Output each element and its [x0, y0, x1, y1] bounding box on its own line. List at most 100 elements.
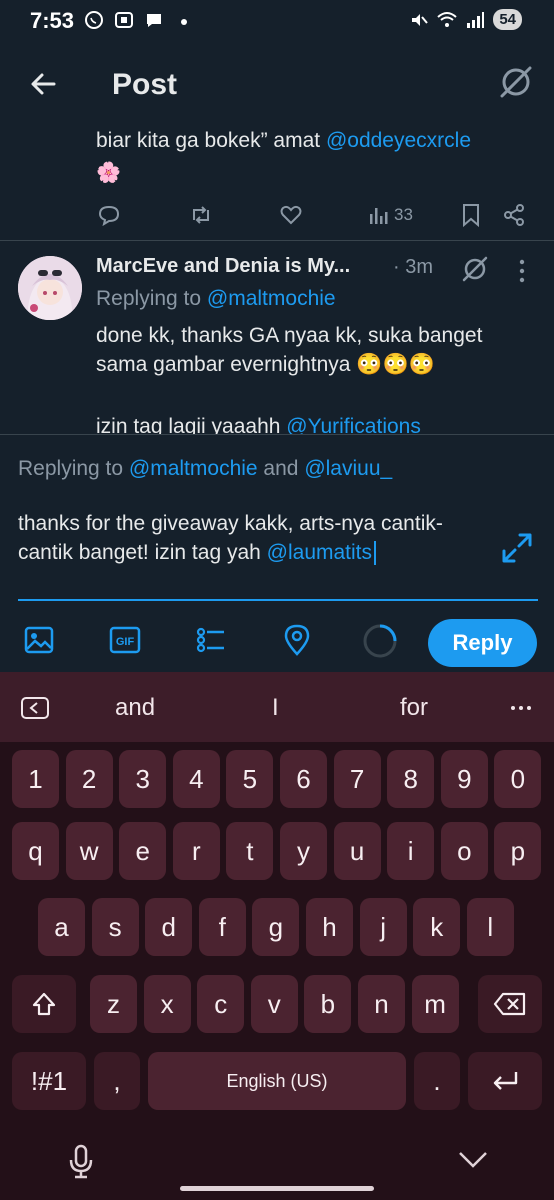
grok-icon[interactable]: [460, 254, 490, 284]
more-vertical-icon[interactable]: [512, 256, 532, 286]
text-caret: [374, 541, 377, 566]
home-indicator[interactable]: [180, 1186, 374, 1191]
mention-link[interactable]: @oddeyecxrcle: [326, 129, 471, 152]
key-4[interactable]: 4: [172, 750, 220, 808]
repost-action[interactable]: [188, 200, 214, 230]
avatar[interactable]: [18, 256, 82, 320]
key-3[interactable]: 3: [119, 750, 167, 808]
expand-icon[interactable]: [500, 531, 534, 565]
key-u[interactable]: u: [333, 822, 381, 880]
location-pin-icon[interactable]: [280, 623, 314, 657]
status-time: 7:53: [30, 8, 75, 33]
avatar-image: [18, 256, 82, 320]
post-time: · 3m: [393, 256, 433, 278]
comment-icon: [98, 205, 120, 227]
shift-key[interactable]: [12, 975, 76, 1033]
key-q[interactable]: q: [12, 822, 59, 880]
post-divider: [0, 240, 554, 241]
key-i[interactable]: i: [387, 822, 435, 880]
key-x[interactable]: x: [143, 975, 191, 1033]
reply-action[interactable]: [96, 200, 122, 230]
reply-text-input[interactable]: thanks for the giveaway kakk, arts-nya c…: [18, 509, 478, 567]
compose-mention-2[interactable]: @laviuu_: [304, 457, 392, 480]
key-g[interactable]: g: [252, 898, 300, 956]
symbols-key[interactable]: !#1: [12, 1052, 86, 1110]
keyboard-menu-icon[interactable]: [20, 696, 50, 720]
key-y[interactable]: y: [280, 822, 327, 880]
bookmark-action[interactable]: [460, 200, 482, 230]
image-icon[interactable]: [22, 623, 56, 657]
microphone-icon[interactable]: [66, 1144, 96, 1180]
key-h[interactable]: h: [306, 898, 353, 956]
previous-post-emoji: 🌸: [96, 162, 121, 184]
share-action[interactable]: [502, 200, 526, 230]
key-1[interactable]: 1: [12, 750, 59, 808]
replying-mention[interactable]: @maltmochie: [207, 287, 336, 310]
gif-icon[interactable]: GIF: [108, 623, 142, 657]
compose-replying-to[interactable]: Replying to @maltmochie and @laviuu_: [18, 457, 392, 481]
key-d[interactable]: d: [145, 898, 193, 956]
reply-button[interactable]: Reply: [428, 619, 537, 667]
poll-icon[interactable]: [194, 623, 228, 657]
key-7[interactable]: 7: [333, 750, 381, 808]
conversation-feed[interactable]: biar kita ga bokek” amat @oddeyecxrcle 🌸…: [0, 126, 554, 434]
author-name[interactable]: MarcEve and Denia is My...: [96, 255, 350, 278]
reply-text-line: izin tag lagii yaaahh @Yurifications: [96, 412, 546, 434]
key-m[interactable]: m: [411, 975, 459, 1033]
suggestion-1[interactable]: and: [115, 694, 155, 722]
key-9[interactable]: 9: [440, 750, 488, 808]
back-arrow-icon[interactable]: [24, 64, 64, 104]
key-8[interactable]: 8: [387, 750, 435, 808]
like-action[interactable]: [278, 200, 304, 230]
status-bar: 7:53 54: [0, 0, 554, 42]
bookmark-icon: [463, 204, 479, 228]
reply-text-body: izin tag lagii yaaahh: [96, 415, 287, 434]
backspace-key[interactable]: [478, 975, 542, 1033]
key-e[interactable]: e: [119, 822, 167, 880]
suggestion-bar: and I for: [0, 672, 554, 742]
key-l[interactable]: l: [466, 898, 514, 956]
reply-input-text: thanks for the giveaway kakk, arts-nya c…: [18, 512, 443, 564]
key-j[interactable]: j: [359, 898, 407, 956]
backspace-icon: [493, 992, 526, 1016]
enter-key[interactable]: [468, 1052, 542, 1110]
compose-and: and: [257, 457, 305, 480]
key-s[interactable]: s: [91, 898, 139, 956]
key-f[interactable]: f: [198, 898, 246, 956]
key-a[interactable]: a: [38, 898, 85, 956]
key-5[interactable]: 5: [226, 750, 274, 808]
more-options-icon[interactable]: [508, 696, 538, 720]
space-bar[interactable]: English (US): [148, 1052, 406, 1110]
key-b[interactable]: b: [304, 975, 352, 1033]
chat-bubble-icon: [147, 14, 161, 27]
navigation-bar: [0, 1130, 554, 1200]
key-6[interactable]: 6: [280, 750, 327, 808]
key-0[interactable]: 0: [494, 750, 542, 808]
mention-link[interactable]: @Yurifications: [286, 415, 421, 434]
hide-keyboard-chevron-icon[interactable]: [456, 1148, 490, 1172]
key-o[interactable]: o: [440, 822, 488, 880]
key-v[interactable]: v: [250, 975, 298, 1033]
key-2[interactable]: 2: [65, 750, 113, 808]
compose-mention-1[interactable]: @maltmochie: [129, 457, 258, 480]
key-w[interactable]: w: [65, 822, 113, 880]
comma-key[interactable]: ,: [94, 1052, 140, 1110]
key-t[interactable]: t: [226, 822, 274, 880]
grok-icon[interactable]: [496, 62, 536, 102]
suggestion-3[interactable]: for: [400, 694, 428, 722]
key-r[interactable]: r: [172, 822, 220, 880]
key-k[interactable]: k: [413, 898, 461, 956]
repost-icon: [193, 206, 209, 224]
previous-post-text: biar kita ga bokek” amat @oddeyecxrcle: [96, 126, 536, 155]
mute-icon: [412, 13, 429, 26]
views-count: 33: [394, 205, 413, 224]
key-c[interactable]: c: [197, 975, 245, 1033]
suggestion-2[interactable]: I: [272, 694, 279, 722]
views-action[interactable]: 33: [368, 200, 413, 230]
key-z[interactable]: z: [90, 975, 137, 1033]
compose-replying-label: Replying to: [18, 457, 129, 480]
key-p[interactable]: p: [494, 822, 542, 880]
top-bar: Post: [0, 42, 554, 126]
key-n[interactable]: n: [358, 975, 405, 1033]
period-key[interactable]: .: [414, 1052, 460, 1110]
